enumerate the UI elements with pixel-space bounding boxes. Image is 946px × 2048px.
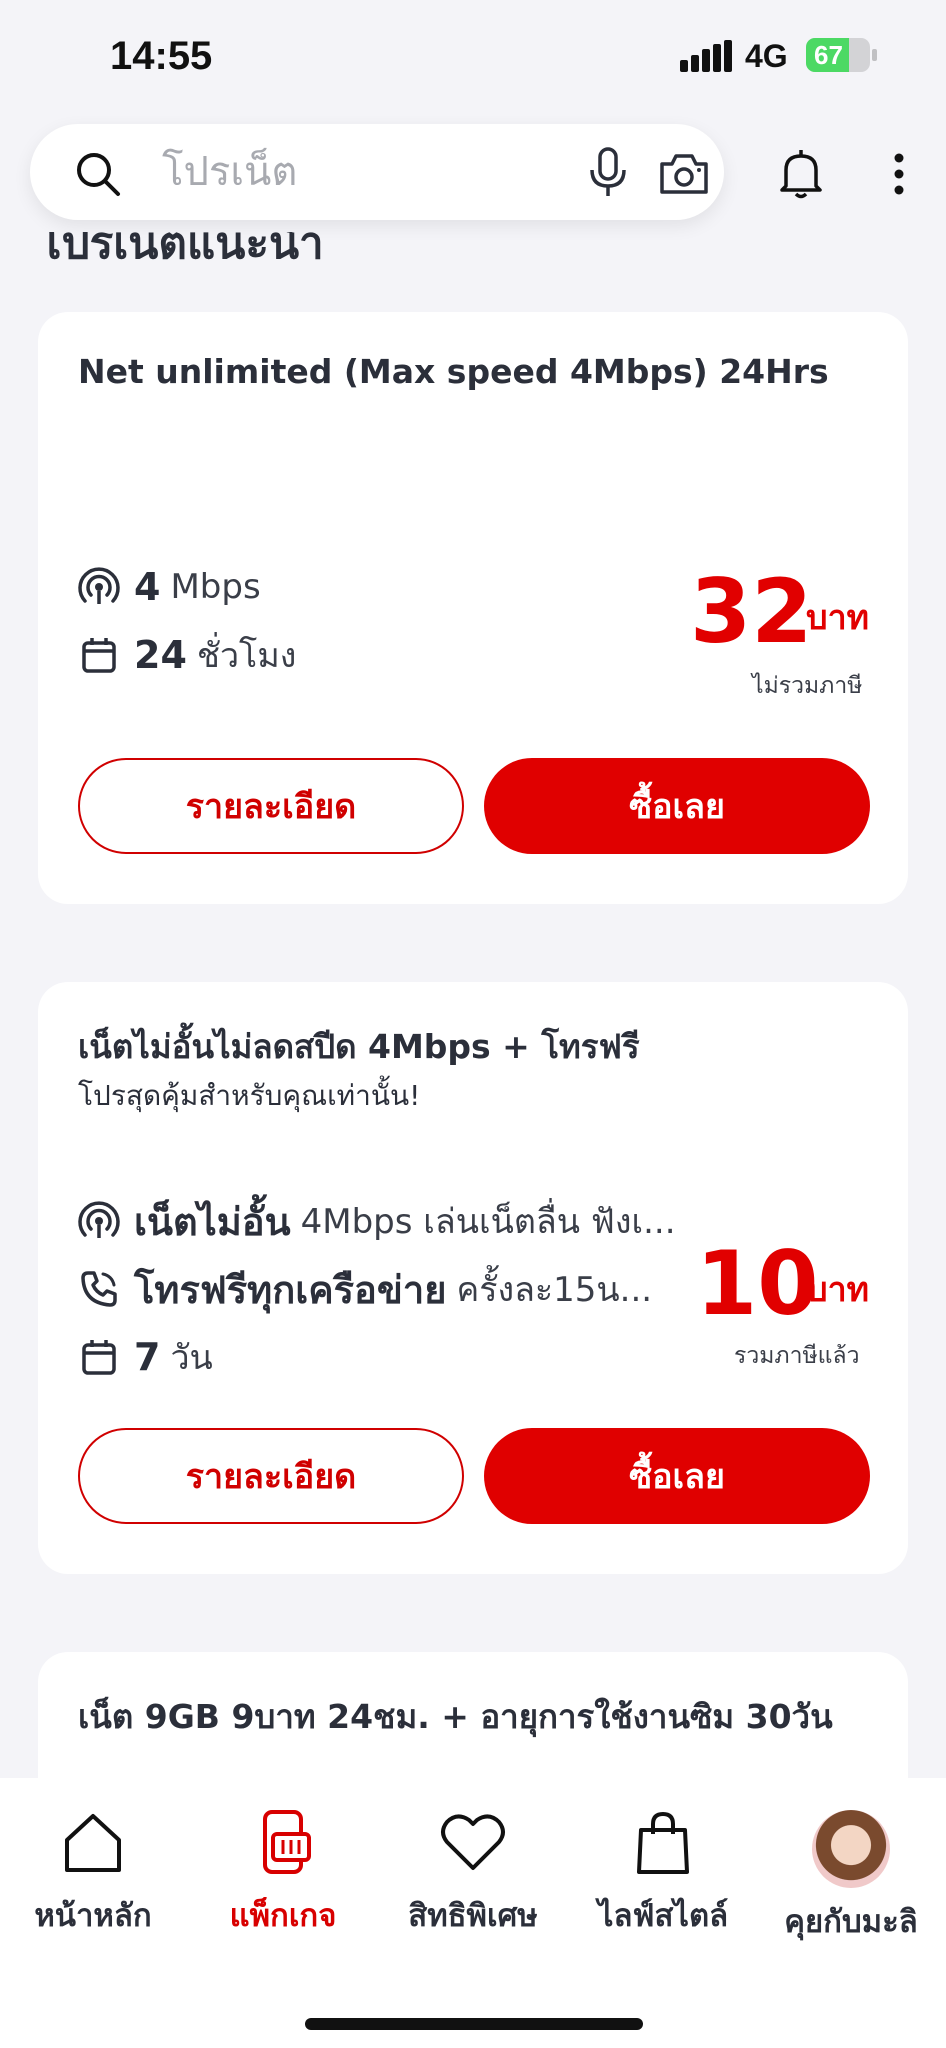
- microphone-icon[interactable]: [586, 146, 630, 198]
- feature-value: 7: [134, 1335, 161, 1379]
- price-unit: บาท: [806, 598, 870, 638]
- home-icon: [65, 1814, 121, 1872]
- feature-value: เน็ตไม่อั้น: [134, 1199, 291, 1244]
- bell-icon[interactable]: [776, 146, 826, 200]
- status-bar: 14:55 4G 67: [0, 0, 946, 112]
- feature-text: ชั่วโมง: [196, 636, 297, 676]
- phone-icon: [81, 1271, 117, 1307]
- buy-button[interactable]: ซื้อเลย: [484, 1428, 870, 1524]
- feature-speed: 4 Mbps: [78, 562, 261, 612]
- battery-cap: [872, 49, 877, 61]
- home-indicator: [305, 2018, 643, 2030]
- price-note: ไม่รวมภาษี: [752, 673, 863, 699]
- calendar-icon: [82, 638, 116, 673]
- nav-item-chat-mali[interactable]: คุยกับมะลิ: [756, 1808, 946, 1958]
- feature-calls: โทรฟรีทุกเครือข่าย ครั้งละ15น...: [78, 1264, 652, 1314]
- details-button[interactable]: รายละเอียด: [78, 758, 464, 854]
- feature-value: 24: [134, 633, 187, 677]
- card-title: เน็ต 9GB 9บาท 24ชม. + อายุการใช้งานซิม 3…: [78, 1697, 833, 1736]
- feature-text: Mbps: [170, 567, 261, 607]
- feature-text: 4Mbps เล่นเน็ตลื่น ฟังเ...: [300, 1202, 676, 1242]
- price-unit: บาท: [806, 1270, 870, 1310]
- calendar-icon: [82, 1340, 116, 1375]
- nav-label: สิทธิพิเศษ: [408, 1898, 538, 1934]
- status-time: 14:55: [110, 34, 213, 78]
- price-note: รวมภาษีแล้ว: [734, 1343, 860, 1369]
- more-vertical-icon[interactable]: [888, 150, 910, 198]
- assistant-avatar: [812, 1810, 890, 1888]
- bottom-navigation: หน้าหลัก แพ็กเกจ สิทธิพิเศษ ไลฟ์สไตล์ คุ…: [0, 1778, 946, 2048]
- battery-percent: 67: [814, 40, 843, 70]
- header: [0, 112, 946, 232]
- feature-duration: 7 วัน: [78, 1332, 213, 1382]
- nav-item-lifestyle[interactable]: ไลฟ์สไตล์: [568, 1808, 758, 1958]
- card-title: Net unlimited (Max speed 4Mbps) 24Hrs: [78, 352, 829, 391]
- package-icon: [263, 1810, 311, 1874]
- nav-label: คุยกับมะลิ: [784, 1904, 918, 1940]
- heart-icon: [441, 1814, 505, 1870]
- price-amount: 32: [690, 560, 813, 663]
- feature-value: โทรฟรีทุกเครือข่าย: [134, 1267, 447, 1312]
- price-amount: 10: [696, 1232, 819, 1335]
- feature-text: วัน: [170, 1338, 213, 1378]
- nav-item-package[interactable]: แพ็กเกจ: [188, 1808, 378, 1958]
- feature-internet: เน็ตไม่อั้น 4Mbps เล่นเน็ตลื่น ฟังเ...: [78, 1196, 676, 1246]
- search-input[interactable]: [162, 142, 562, 202]
- signal-icon: [78, 567, 120, 604]
- promo-card: Net unlimited (Max speed 4Mbps) 24Hrs 4 …: [38, 312, 908, 904]
- buy-button[interactable]: ซื้อเลย: [484, 758, 870, 854]
- camera-icon[interactable]: [658, 150, 710, 196]
- card-subtitle: โปรสุดคุ้มสำหรับคุณเท่านั้น!: [78, 1079, 421, 1112]
- feature-text: ครั้งละ15น...: [456, 1270, 653, 1310]
- signal-icon: [78, 1201, 120, 1238]
- cellular-signal-icon: [680, 40, 732, 72]
- nav-label: ไลฟ์สไตล์: [597, 1898, 729, 1934]
- details-button[interactable]: รายละเอียด: [78, 1428, 464, 1524]
- feature-duration: 24 ชั่วโมง: [78, 630, 296, 680]
- search-icon: [77, 153, 120, 196]
- feature-value: 4: [134, 565, 161, 609]
- promo-card: เน็ตไม่อั้นไม่ลดสปีด 4Mbps + โทรฟรี โปรส…: [38, 982, 908, 1574]
- nav-label: หน้าหลัก: [34, 1898, 152, 1934]
- shopping-bag-icon: [637, 1811, 689, 1874]
- battery-icon: 67: [806, 38, 870, 72]
- card-title: เน็ตไม่อั้นไม่ลดสปีด 4Mbps + โทรฟรี: [78, 1027, 640, 1066]
- network-type: 4G: [745, 38, 788, 74]
- nav-item-privileges[interactable]: สิทธิพิเศษ: [378, 1808, 568, 1958]
- nav-item-home[interactable]: หน้าหลัก: [0, 1808, 188, 1958]
- nav-label: แพ็กเกจ: [229, 1898, 337, 1934]
- search-bar[interactable]: [30, 124, 724, 220]
